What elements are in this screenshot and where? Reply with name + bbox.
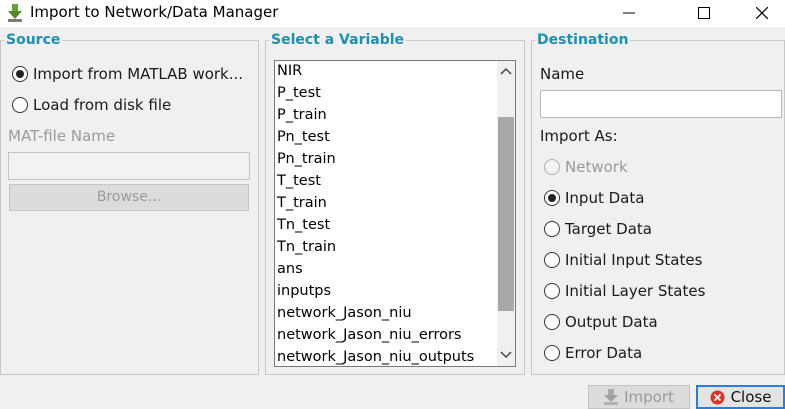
list-item[interactable]: network_Jason_niu_errors [277,327,461,343]
input-data-label: Input Data [565,189,645,207]
list-item[interactable]: Pn_train [277,151,336,167]
name-field[interactable] [540,90,782,118]
browse-button[interactable]: Browse... [9,184,249,211]
radio-indicator[interactable] [544,252,560,268]
list-item[interactable]: P_train [277,107,327,123]
list-item[interactable]: network_Jason_niu_outputs [277,349,474,365]
load-from-disk-radio[interactable]: Load from disk file [12,96,171,114]
radio-indicator[interactable] [544,314,560,330]
matfile-name-field[interactable] [8,152,250,180]
minimize-button[interactable] [606,0,652,27]
close-circle-icon [710,390,725,404]
network-radio[interactable]: Network [544,158,628,176]
maximize-button[interactable] [681,0,727,27]
import-button-label: Import [624,388,674,406]
list-item[interactable]: inputps [277,283,331,299]
title-bar: Import to Network/Data Manager [0,0,785,27]
radio-indicator[interactable] [12,97,28,113]
list-item[interactable]: P_test [277,85,321,101]
target-data-label: Target Data [565,220,652,238]
chevron-down-icon[interactable] [500,350,512,360]
import-as-label: Import As: [540,127,618,145]
close-button[interactable]: Close [696,385,785,409]
variable-list-scrollbar[interactable] [497,61,515,366]
radio-indicator[interactable] [544,283,560,299]
close-icon [756,7,768,19]
source-title: Source [4,32,63,48]
radio-indicator[interactable] [12,66,28,82]
radio-indicator[interactable] [544,345,560,361]
variable-title: Select a Variable [269,32,407,48]
close-window-button[interactable] [739,0,785,27]
window-title: Import to Network/Data Manager [30,3,279,21]
output-data-radio[interactable]: Output Data [544,313,658,331]
initial-layer-states-radio[interactable]: Initial Layer States [544,282,705,300]
list-item[interactable]: Tn_train [277,239,336,255]
input-data-radio[interactable]: Input Data [544,189,644,207]
network-label: Network [565,158,628,176]
close-button-label: Close [730,388,772,406]
load-from-disk-label: Load from disk file [33,96,172,114]
list-item[interactable]: ans [277,261,303,277]
matfile-name-label: MAT-file Name [8,127,116,145]
initial-input-states-radio[interactable]: Initial Input States [544,251,702,269]
initial-layer-states-label: Initial Layer States [565,282,706,300]
import-from-matlab-label: Import from MATLAB work... [33,65,244,83]
list-item[interactable]: network_Jason_niu [277,305,412,321]
list-item[interactable]: Pn_test [277,129,330,145]
error-data-radio[interactable]: Error Data [544,344,642,362]
target-data-radio[interactable]: Target Data [544,220,652,238]
matlab-down-arrow-icon [8,4,22,22]
radio-indicator[interactable] [544,221,560,237]
import-from-matlab-radio[interactable]: Import from MATLAB work... [12,65,243,83]
radio-indicator[interactable] [544,159,560,175]
initial-input-states-label: Initial Input States [565,251,703,269]
list-item[interactable]: Tn_test [277,217,330,233]
error-data-label: Error Data [565,344,643,362]
destination-title: Destination [535,32,631,48]
chevron-up-icon[interactable] [500,66,512,76]
maximize-icon [698,7,710,19]
list-item[interactable]: T_train [277,195,327,211]
variable-list[interactable]: NIR P_test P_train Pn_test Pn_train T_te… [274,60,516,367]
minimize-icon [623,12,635,14]
list-item[interactable]: NIR [277,63,302,79]
import-button[interactable]: Import [588,385,690,409]
name-label: Name [540,65,585,83]
import-icon [604,389,619,405]
radio-indicator[interactable] [544,190,560,206]
scrollbar-thumb[interactable] [498,117,514,311]
output-data-label: Output Data [565,313,658,331]
list-item[interactable]: T_test [277,173,321,189]
